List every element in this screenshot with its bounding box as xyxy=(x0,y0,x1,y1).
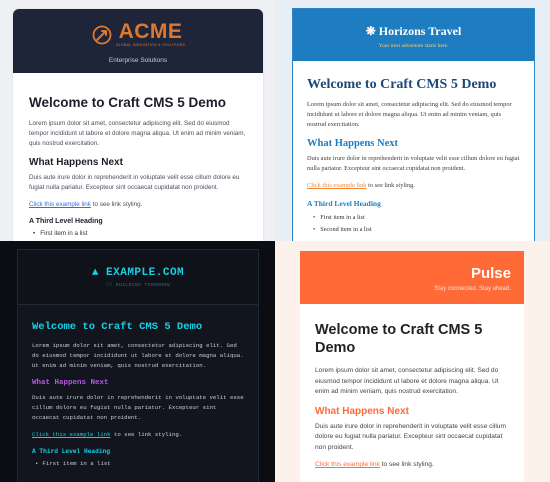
horizons-paragraph-2: Duis aute irure dolor in reprehenderit i… xyxy=(307,155,520,172)
horizons-heading: Welcome to Craft CMS 5 Demo xyxy=(307,77,497,92)
horizons-body: Welcome to Craft CMS 5 Demo Lorem ipsum … xyxy=(293,61,534,236)
example-title: ▲ EXAMPLE.COM xyxy=(91,267,185,279)
example-body: Welcome to Craft CMS 5 Demo Lorem ipsum … xyxy=(18,305,258,467)
horizons-email-card: ❋ Horizons Travel Your next adventure st… xyxy=(292,8,535,241)
list-item: First item in a list xyxy=(29,230,247,237)
horizons-link-line: Click this example link to see link styl… xyxy=(307,181,520,191)
acme-email-card: ACME GLOBAL INNOVATION & SOLUTIONS Enter… xyxy=(13,9,263,241)
pulse-header: Pulse Stay connected. Stay ahead. xyxy=(300,251,524,304)
horizons-paragraph-1: Lorem ipsum dolor sit amet, consectetur … xyxy=(307,101,512,128)
horizons-list: First item in a list Second item in a li… xyxy=(307,212,520,236)
example-list: First item in a list xyxy=(32,460,244,467)
pulse-paragraph-2: Duis aute irure dolor in reprehenderit i… xyxy=(315,422,506,451)
acme-example-link[interactable]: Click this example link xyxy=(29,201,91,208)
acme-link-suffix: to see link styling. xyxy=(90,201,143,208)
list-item: First item in a list xyxy=(307,212,520,224)
example-example-link[interactable]: Click this example link xyxy=(32,431,111,438)
acme-logo: ACME GLOBAL INNOVATION & SOLUTIONS xyxy=(91,20,186,47)
example-link-line: Click this example link to see link styl… xyxy=(32,430,244,440)
example-paragraph-1: Lorem ipsum dolor sit amet, consectetur … xyxy=(32,342,244,369)
horizons-third-heading: A Third Level Heading xyxy=(307,199,381,208)
pulse-link-suffix: to see link styling. xyxy=(379,461,434,468)
acme-paragraph-2: Duis aute irure dolor in reprehenderit i… xyxy=(29,174,240,191)
horizons-example-link[interactable]: Click this example link xyxy=(307,182,366,189)
rocket-logo-icon xyxy=(92,25,112,44)
horizons-tagline: Your next adventure starts here. xyxy=(378,43,449,49)
pulse-heading: Welcome to Craft CMS 5 Demo xyxy=(315,322,483,356)
acme-body: Welcome to Craft CMS 5 Demo Lorem ipsum … xyxy=(13,73,263,237)
example-email-preview: ▲ EXAMPLE.COM // BUILDING TOMORROW Welco… xyxy=(0,241,275,482)
pulse-tagline: Stay connected. Stay ahead. xyxy=(434,286,511,292)
horizons-header: ❋ Horizons Travel Your next adventure st… xyxy=(293,9,534,61)
acme-subheading: What Happens Next xyxy=(29,157,123,168)
pulse-title: Pulse xyxy=(470,265,511,282)
acme-tagline: Enterprise Solutions xyxy=(108,56,168,64)
acme-header: ACME GLOBAL INNOVATION & SOLUTIONS Enter… xyxy=(13,9,263,73)
acme-third-heading: A Third Level Heading xyxy=(29,218,103,225)
pulse-email-card: Pulse Stay connected. Stay ahead. Welcom… xyxy=(300,251,524,482)
horizons-subheading: What Happens Next xyxy=(307,138,399,149)
acme-logo-subtext: GLOBAL INNOVATION & SOLUTIONS xyxy=(115,43,186,47)
pulse-email-preview: Pulse Stay connected. Stay ahead. Welcom… xyxy=(275,241,550,482)
list-item: Second item in a list xyxy=(307,224,520,236)
list-item: First item in a list xyxy=(32,460,244,467)
example-tagline: // BUILDING TOMORROW xyxy=(106,283,170,288)
example-paragraph-2: Duis aute irure dolor in reprehenderit i… xyxy=(32,394,244,421)
example-third-heading: A Third Level Heading xyxy=(32,448,110,455)
acme-list: First item in a list xyxy=(29,230,247,237)
horizons-title: ❋ Horizons Travel xyxy=(365,24,462,38)
pulse-example-link[interactable]: Click this example link xyxy=(315,461,380,468)
pulse-paragraph-1: Lorem ipsum dolor sit amet, consectetur … xyxy=(315,367,499,395)
pulse-link-line: Click this example link to see link styl… xyxy=(315,460,509,471)
example-email-card: ▲ EXAMPLE.COM // BUILDING TOMORROW Welco… xyxy=(17,249,259,482)
pulse-subheading: What Happens Next xyxy=(315,405,409,417)
acme-email-preview: ACME GLOBAL INNOVATION & SOLUTIONS Enter… xyxy=(0,0,275,241)
acme-paragraph-1: Lorem ipsum dolor sit amet, consectetur … xyxy=(29,120,246,147)
acme-logo-word: ACME xyxy=(118,20,183,43)
example-heading: Welcome to Craft CMS 5 Demo xyxy=(32,321,203,333)
acme-link-line: Click this example link to see link styl… xyxy=(29,200,247,210)
acme-heading: Welcome to Craft CMS 5 Demo xyxy=(29,95,227,110)
pulse-body: Welcome to Craft CMS 5 Demo Lorem ipsum … xyxy=(300,304,524,471)
example-link-suffix: to see link styling. xyxy=(110,431,183,438)
example-header: ▲ EXAMPLE.COM // BUILDING TOMORROW xyxy=(18,250,258,305)
example-subheading: What Happens Next xyxy=(32,379,109,387)
horizons-email-preview: ❋ Horizons Travel Your next adventure st… xyxy=(275,0,550,241)
horizons-link-suffix: to see link styling. xyxy=(366,182,415,189)
